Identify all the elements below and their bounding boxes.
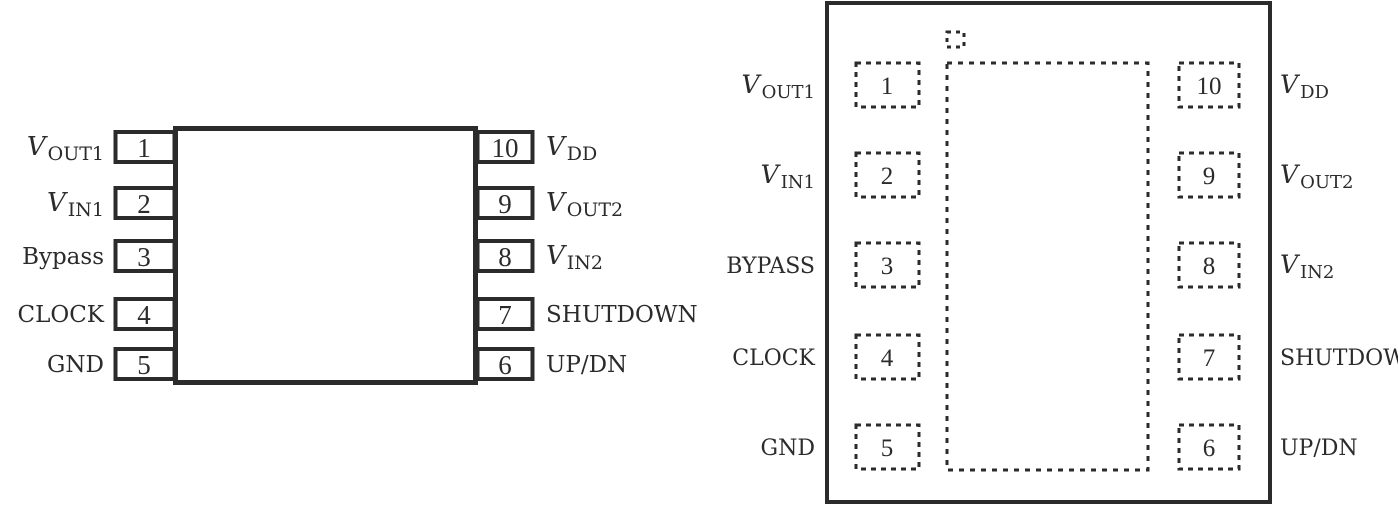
- pad-label-6-main: UP/DN: [1280, 436, 1358, 461]
- pad-label-2-subscript: IN1: [781, 172, 815, 193]
- pin-label-9: V OUT2: [546, 188, 623, 221]
- pin-number-9: 9: [498, 189, 512, 219]
- pad-label-9-main: V: [1280, 160, 1301, 189]
- pinout-diagram: 1V OUT12V IN13Bypass4CLOCK5GND10 V DD9 V OUT28…: [17, 1, 1398, 504]
- pin-label-4: CLOCK: [17, 302, 104, 328]
- pin-number-1: 1: [137, 133, 151, 163]
- pin-label-5-main: GND: [47, 352, 104, 378]
- pin-label-8: V IN2: [546, 241, 603, 274]
- pad-number-9: 9: [1203, 163, 1216, 190]
- pad-label-5-main: GND: [761, 436, 815, 461]
- pad-number-8: 8: [1203, 253, 1216, 280]
- pad-number-4: 4: [881, 345, 894, 372]
- pin-label-2: V IN1: [47, 188, 104, 221]
- pin-number-8: 8: [498, 242, 512, 272]
- pad-label-7: SHUTDOWN: [1280, 346, 1398, 371]
- pad-label-10: V DD: [1280, 70, 1329, 103]
- pin-number-4: 4: [137, 300, 151, 330]
- pad-label-8-subscript: IN2: [1300, 262, 1334, 283]
- pad-label-5: GND: [761, 436, 815, 461]
- pad-number-3: 3: [881, 253, 894, 280]
- pin1-index-mark: [945, 30, 966, 49]
- pin-number-5: 5: [137, 350, 151, 380]
- pad-label-8: V IN2: [1280, 250, 1334, 283]
- pad-number-5: 5: [881, 435, 894, 462]
- pin-number-3: 3: [137, 242, 151, 272]
- pin-label-7-main: SHUTDOWN: [546, 302, 698, 328]
- pad-number-2: 2: [881, 163, 894, 190]
- pad-label-10-main: V: [1280, 70, 1301, 99]
- msop-body: [173, 126, 478, 385]
- pad-label-3-main: BYPASS: [726, 254, 815, 279]
- pin-number-2: 2: [137, 189, 151, 219]
- pad-label-9-subscript: OUT2: [1300, 172, 1353, 193]
- tdfn-package: 1V OUT12V IN13BYPASS4CLOCK5GND10 V DD9 V OUT28…: [726, 1, 1398, 504]
- pad-label-3: BYPASS: [726, 254, 815, 279]
- pad-label-10-subscript: DD: [1300, 82, 1329, 103]
- pad-label-6: UP/DN: [1280, 436, 1358, 461]
- pin-number-7: 7: [498, 300, 512, 330]
- pin-label-10-main: V: [546, 132, 567, 162]
- thermal-pad: [945, 61, 1150, 472]
- pin-label-8-main: V: [546, 241, 567, 271]
- pin-label-3: Bypass: [22, 244, 104, 270]
- pad-label-9: V OUT2: [1280, 160, 1353, 193]
- pin-label-7: SHUTDOWN: [546, 302, 698, 328]
- pin-label-10-subscript: DD: [567, 143, 597, 165]
- pin-label-6: UP/DN: [546, 352, 627, 378]
- pin-label-6-main: UP/DN: [546, 352, 627, 378]
- pad-label-2: V IN1: [761, 160, 815, 193]
- pad-number-1: 1: [881, 73, 894, 100]
- pad-label-4: CLOCK: [732, 346, 815, 371]
- pad-number-6: 6: [1203, 435, 1216, 462]
- pin-label-1-main: V: [27, 132, 48, 162]
- pin-number-6: 6: [498, 350, 512, 380]
- pin-label-9-subscript: OUT2: [567, 199, 623, 221]
- pin-label-1: V OUT1: [27, 132, 104, 165]
- pad-number-10: 10: [1197, 73, 1222, 100]
- pad-number-7: 7: [1203, 345, 1216, 372]
- pin-label-5: GND: [47, 352, 104, 378]
- pad-label-1: V OUT1: [742, 70, 815, 103]
- pad-label-7-main: SHUTDOWN: [1280, 346, 1398, 371]
- msop-package: 1V OUT12V IN13Bypass4CLOCK5GND10 V DD9 V OUT28…: [17, 126, 698, 385]
- pin-label-9-main: V: [546, 188, 567, 218]
- pad-label-1-main: V: [742, 70, 763, 99]
- pin-label-10: V DD: [546, 132, 597, 165]
- pin-label-1-subscript: OUT1: [48, 143, 104, 165]
- pin-label-2-subscript: IN1: [68, 199, 104, 221]
- pin-label-4-main: CLOCK: [17, 302, 104, 328]
- pin-label-3-main: Bypass: [22, 244, 104, 270]
- pin-number-10: 10: [492, 133, 519, 163]
- pin-label-8-subscript: IN2: [567, 252, 603, 274]
- pad-label-1-subscript: OUT1: [762, 82, 815, 103]
- pad-label-2-main: V: [761, 160, 782, 189]
- pin-label-2-main: V: [47, 188, 68, 218]
- pad-label-4-main: CLOCK: [732, 346, 815, 371]
- pad-label-8-main: V: [1280, 250, 1301, 279]
